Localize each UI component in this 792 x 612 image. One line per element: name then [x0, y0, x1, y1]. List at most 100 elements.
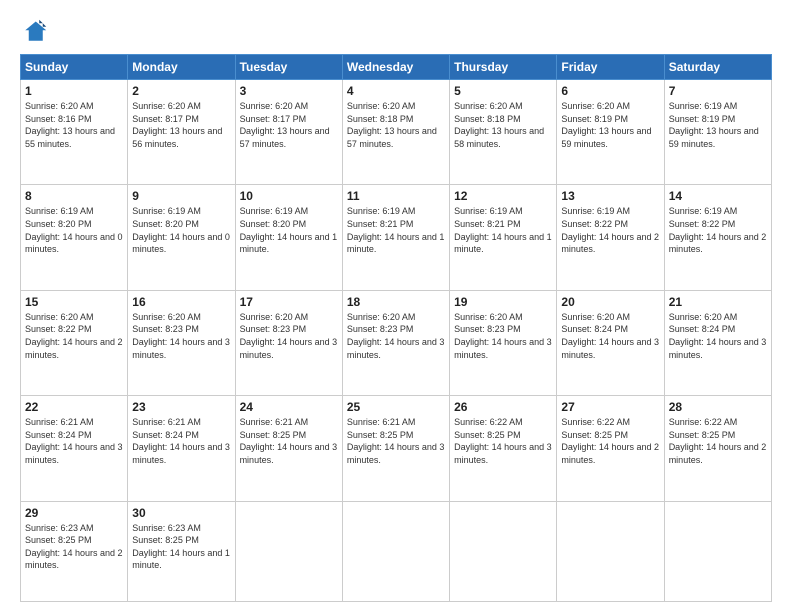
calendar-cell: 13 Sunrise: 6:19 AM Sunset: 8:22 PM Dayl… — [557, 185, 664, 290]
day-info: Sunrise: 6:20 AM Sunset: 8:17 PM Dayligh… — [132, 100, 230, 150]
sunrise-label: Sunrise: 6:20 AM — [561, 312, 630, 322]
sunrise-label: Sunrise: 6:20 AM — [25, 101, 94, 111]
column-header-monday: Monday — [128, 55, 235, 80]
sunrise-label: Sunrise: 6:20 AM — [347, 312, 416, 322]
sunrise-label: Sunrise: 6:20 AM — [132, 101, 201, 111]
daylight-label: Daylight: 14 hours and 3 minutes. — [347, 442, 445, 465]
day-info: Sunrise: 6:19 AM Sunset: 8:21 PM Dayligh… — [454, 205, 552, 255]
sunset-label: Sunset: 8:25 PM — [240, 430, 307, 440]
sunset-label: Sunset: 8:25 PM — [561, 430, 628, 440]
calendar-cell: 6 Sunrise: 6:20 AM Sunset: 8:19 PM Dayli… — [557, 80, 664, 185]
daylight-label: Daylight: 14 hours and 2 minutes. — [669, 442, 767, 465]
calendar-cell: 8 Sunrise: 6:19 AM Sunset: 8:20 PM Dayli… — [21, 185, 128, 290]
calendar-cell: 20 Sunrise: 6:20 AM Sunset: 8:24 PM Dayl… — [557, 290, 664, 395]
calendar-cell: 16 Sunrise: 6:20 AM Sunset: 8:23 PM Dayl… — [128, 290, 235, 395]
calendar-cell: 5 Sunrise: 6:20 AM Sunset: 8:18 PM Dayli… — [450, 80, 557, 185]
day-number: 14 — [669, 189, 767, 203]
day-info: Sunrise: 6:19 AM Sunset: 8:22 PM Dayligh… — [561, 205, 659, 255]
sunset-label: Sunset: 8:22 PM — [25, 324, 92, 334]
sunset-label: Sunset: 8:20 PM — [132, 219, 199, 229]
day-info: Sunrise: 6:22 AM Sunset: 8:25 PM Dayligh… — [669, 416, 767, 466]
daylight-label: Daylight: 13 hours and 59 minutes. — [669, 126, 759, 149]
calendar-cell: 3 Sunrise: 6:20 AM Sunset: 8:17 PM Dayli… — [235, 80, 342, 185]
daylight-label: Daylight: 14 hours and 2 minutes. — [561, 442, 659, 465]
day-info: Sunrise: 6:21 AM Sunset: 8:24 PM Dayligh… — [25, 416, 123, 466]
sunset-label: Sunset: 8:23 PM — [454, 324, 521, 334]
day-number: 12 — [454, 189, 552, 203]
logo-icon — [20, 18, 48, 46]
sunrise-label: Sunrise: 6:22 AM — [561, 417, 630, 427]
page: SundayMondayTuesdayWednesdayThursdayFrid… — [0, 0, 792, 612]
calendar-cell: 27 Sunrise: 6:22 AM Sunset: 8:25 PM Dayl… — [557, 396, 664, 501]
day-number: 30 — [132, 506, 230, 520]
day-number: 18 — [347, 295, 445, 309]
sunrise-label: Sunrise: 6:20 AM — [347, 101, 416, 111]
calendar-cell — [557, 501, 664, 602]
week-row-4: 22 Sunrise: 6:21 AM Sunset: 8:24 PM Dayl… — [21, 396, 772, 501]
daylight-label: Daylight: 14 hours and 0 minutes. — [132, 232, 230, 255]
day-number: 24 — [240, 400, 338, 414]
daylight-label: Daylight: 14 hours and 1 minute. — [240, 232, 338, 255]
day-number: 27 — [561, 400, 659, 414]
sunset-label: Sunset: 8:17 PM — [240, 114, 307, 124]
day-info: Sunrise: 6:20 AM Sunset: 8:24 PM Dayligh… — [669, 311, 767, 361]
week-row-3: 15 Sunrise: 6:20 AM Sunset: 8:22 PM Dayl… — [21, 290, 772, 395]
calendar-cell — [342, 501, 449, 602]
sunrise-label: Sunrise: 6:20 AM — [25, 312, 94, 322]
sunset-label: Sunset: 8:24 PM — [561, 324, 628, 334]
column-header-sunday: Sunday — [21, 55, 128, 80]
calendar-cell: 30 Sunrise: 6:23 AM Sunset: 8:25 PM Dayl… — [128, 501, 235, 602]
sunrise-label: Sunrise: 6:20 AM — [454, 101, 523, 111]
day-info: Sunrise: 6:20 AM Sunset: 8:16 PM Dayligh… — [25, 100, 123, 150]
sunset-label: Sunset: 8:24 PM — [132, 430, 199, 440]
calendar-cell: 2 Sunrise: 6:20 AM Sunset: 8:17 PM Dayli… — [128, 80, 235, 185]
day-number: 13 — [561, 189, 659, 203]
sunrise-label: Sunrise: 6:19 AM — [669, 101, 738, 111]
calendar-cell: 15 Sunrise: 6:20 AM Sunset: 8:22 PM Dayl… — [21, 290, 128, 395]
day-info: Sunrise: 6:21 AM Sunset: 8:25 PM Dayligh… — [347, 416, 445, 466]
sunrise-label: Sunrise: 6:21 AM — [132, 417, 201, 427]
daylight-label: Daylight: 13 hours and 57 minutes. — [240, 126, 330, 149]
day-info: Sunrise: 6:23 AM Sunset: 8:25 PM Dayligh… — [132, 522, 230, 572]
sunset-label: Sunset: 8:25 PM — [132, 535, 199, 545]
week-row-1: 1 Sunrise: 6:20 AM Sunset: 8:16 PM Dayli… — [21, 80, 772, 185]
calendar-cell — [664, 501, 771, 602]
daylight-label: Daylight: 14 hours and 1 minute. — [132, 548, 230, 571]
daylight-label: Daylight: 14 hours and 3 minutes. — [454, 442, 552, 465]
calendar-cell: 22 Sunrise: 6:21 AM Sunset: 8:24 PM Dayl… — [21, 396, 128, 501]
daylight-label: Daylight: 14 hours and 0 minutes. — [25, 232, 123, 255]
sunrise-label: Sunrise: 6:22 AM — [669, 417, 738, 427]
calendar-cell: 18 Sunrise: 6:20 AM Sunset: 8:23 PM Dayl… — [342, 290, 449, 395]
day-number: 10 — [240, 189, 338, 203]
day-info: Sunrise: 6:19 AM Sunset: 8:22 PM Dayligh… — [669, 205, 767, 255]
day-number: 23 — [132, 400, 230, 414]
day-number: 17 — [240, 295, 338, 309]
day-info: Sunrise: 6:19 AM Sunset: 8:20 PM Dayligh… — [240, 205, 338, 255]
calendar-cell: 26 Sunrise: 6:22 AM Sunset: 8:25 PM Dayl… — [450, 396, 557, 501]
day-number: 19 — [454, 295, 552, 309]
sunrise-label: Sunrise: 6:19 AM — [132, 206, 201, 216]
calendar-cell: 1 Sunrise: 6:20 AM Sunset: 8:16 PM Dayli… — [21, 80, 128, 185]
daylight-label: Daylight: 13 hours and 55 minutes. — [25, 126, 115, 149]
day-number: 5 — [454, 84, 552, 98]
day-info: Sunrise: 6:20 AM Sunset: 8:23 PM Dayligh… — [132, 311, 230, 361]
day-info: Sunrise: 6:21 AM Sunset: 8:24 PM Dayligh… — [132, 416, 230, 466]
daylight-label: Daylight: 14 hours and 2 minutes. — [669, 232, 767, 255]
calendar: SundayMondayTuesdayWednesdayThursdayFrid… — [20, 54, 772, 602]
sunrise-label: Sunrise: 6:20 AM — [454, 312, 523, 322]
sunset-label: Sunset: 8:25 PM — [347, 430, 414, 440]
sunset-label: Sunset: 8:19 PM — [669, 114, 736, 124]
day-info: Sunrise: 6:23 AM Sunset: 8:25 PM Dayligh… — [25, 522, 123, 572]
day-info: Sunrise: 6:22 AM Sunset: 8:25 PM Dayligh… — [561, 416, 659, 466]
daylight-label: Daylight: 14 hours and 3 minutes. — [240, 442, 338, 465]
day-number: 2 — [132, 84, 230, 98]
sunrise-label: Sunrise: 6:19 AM — [347, 206, 416, 216]
sunrise-label: Sunrise: 6:23 AM — [132, 523, 201, 533]
column-header-saturday: Saturday — [664, 55, 771, 80]
day-number: 29 — [25, 506, 123, 520]
sunset-label: Sunset: 8:21 PM — [454, 219, 521, 229]
sunset-label: Sunset: 8:25 PM — [25, 535, 92, 545]
daylight-label: Daylight: 14 hours and 3 minutes. — [132, 337, 230, 360]
sunset-label: Sunset: 8:16 PM — [25, 114, 92, 124]
daylight-label: Daylight: 13 hours and 59 minutes. — [561, 126, 651, 149]
